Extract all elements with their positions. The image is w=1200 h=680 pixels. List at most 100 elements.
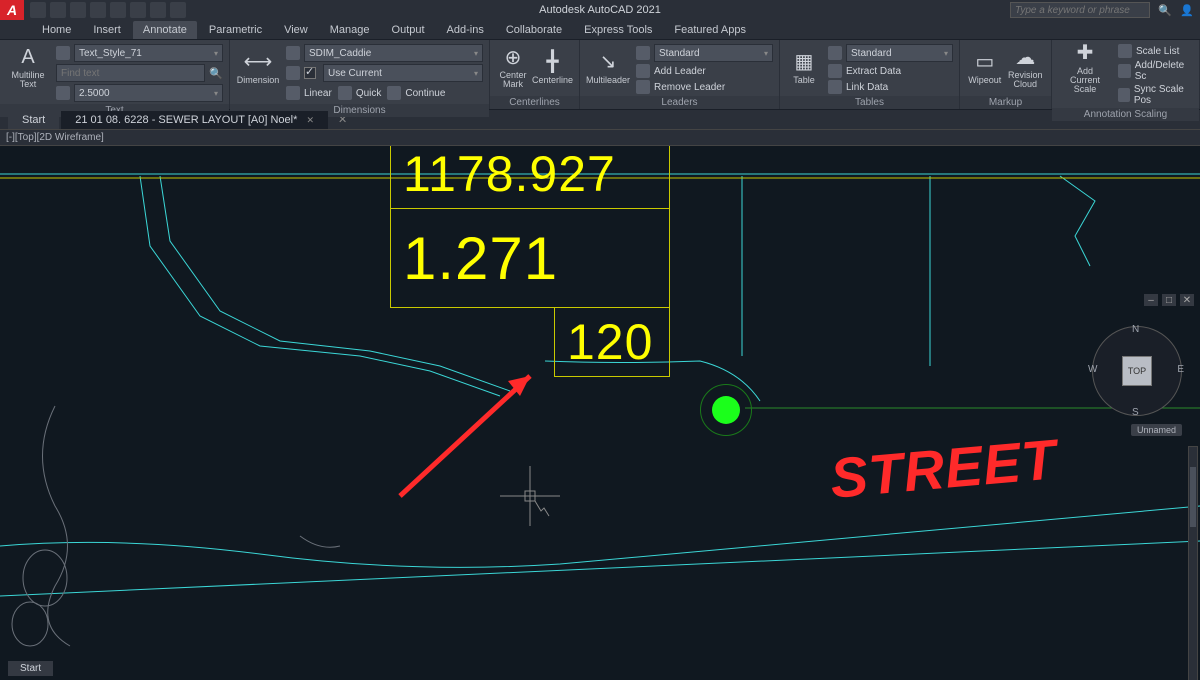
multileader-icon: ↘ <box>596 50 620 74</box>
vp-close-icon[interactable]: ✕ <box>1180 294 1194 306</box>
viewcube[interactable]: TOP N E S W <box>1092 326 1182 416</box>
panel-tables: ▦ Table Standard Extract Data Link Data … <box>780 40 960 109</box>
adddelete-scale-button[interactable]: Add/Delete Sc <box>1118 60 1193 82</box>
scroll-thumb[interactable] <box>1190 467 1196 527</box>
add-leader-button[interactable]: Add Leader <box>636 64 773 78</box>
panel-markup: ▭ Wipeout ☁ Revision Cloud Markup <box>960 40 1052 109</box>
wipeout-button[interactable]: ▭ Wipeout <box>966 44 1004 90</box>
use-current-dropdown[interactable]: Use Current <box>323 64 483 82</box>
viewcube-e: E <box>1177 364 1184 375</box>
tab-output[interactable]: Output <box>382 21 435 39</box>
centerline-button[interactable]: ╋ Centerline <box>532 44 573 90</box>
qat-new-icon[interactable] <box>30 2 46 18</box>
viewcube-n: N <box>1132 324 1139 335</box>
revcloud-icon: ☁ <box>1013 45 1037 69</box>
panel-dimensions: ⟷ Dimension SDIM_Caddie Use Current Line… <box>230 40 490 109</box>
text-style-dropdown[interactable]: Text_Style_71 <box>74 44 223 62</box>
panel-title-leaders[interactable]: Leaders <box>580 96 779 109</box>
extract-data-button[interactable]: Extract Data <box>828 64 953 78</box>
add-scale-button[interactable]: ✚ Add Current Scale <box>1058 44 1112 90</box>
adddel-icon <box>1118 64 1131 78</box>
scale-list-button[interactable]: Scale List <box>1118 44 1193 58</box>
find-icon[interactable]: 🔍 <box>209 66 223 80</box>
tab-insert[interactable]: Insert <box>83 21 131 39</box>
continue-icon <box>387 86 401 100</box>
tab-expresstools[interactable]: Express Tools <box>574 21 662 39</box>
multiline-text-button[interactable]: A Multiline Text <box>6 44 50 90</box>
qat-open-icon[interactable] <box>50 2 66 18</box>
dimension-icon: ⟷ <box>246 50 270 74</box>
dimension-value-3: 120 <box>554 307 670 377</box>
layout-tab-start[interactable]: Start <box>8 661 53 676</box>
view-unnamed-tag[interactable]: Unnamed <box>1131 424 1182 436</box>
leader-style-dropdown[interactable]: Standard <box>654 44 773 62</box>
centermark-icon: ⊕ <box>501 45 525 69</box>
qat-saveas-icon[interactable] <box>90 2 106 18</box>
tab-home[interactable]: Home <box>32 21 81 39</box>
tab-featuredapps[interactable]: Featured Apps <box>664 21 756 39</box>
table-style-dropdown[interactable]: Standard <box>846 44 953 62</box>
use-current-checkbox[interactable] <box>304 67 316 79</box>
dimlayer-icon <box>286 66 300 80</box>
doctab-start[interactable]: Start <box>8 111 59 129</box>
panel-title-annoscale: Annotation Scaling <box>1052 108 1199 121</box>
ribbon: A Multiline Text Text_Style_71 🔍 2.5000 … <box>0 40 1200 110</box>
doctab-file-label: 21 01 08. 6228 - SEWER LAYOUT [A0] Noel* <box>75 114 297 126</box>
viewcube-w: W <box>1088 364 1097 375</box>
centerline-icon: ╋ <box>540 50 564 74</box>
viewcube-face[interactable]: TOP <box>1122 356 1152 386</box>
revcloud-button[interactable]: ☁ Revision Cloud <box>1006 44 1045 90</box>
dim-style-dropdown[interactable]: SDIM_Caddie <box>304 44 483 62</box>
link-data-button[interactable]: Link Data <box>828 80 953 94</box>
qat-undo-icon[interactable] <box>130 2 146 18</box>
qat-more-icon[interactable] <box>170 2 186 18</box>
multileader-button[interactable]: ↘ Multileader <box>586 44 630 90</box>
panel-title-markup: Markup <box>960 96 1051 109</box>
text-height-dropdown[interactable]: 2.5000 <box>74 84 223 102</box>
vp-max-icon[interactable]: □ <box>1162 294 1176 306</box>
wipeout-icon: ▭ <box>973 50 997 74</box>
viewcube-s: S <box>1132 407 1139 418</box>
sync-scale-button[interactable]: Sync Scale Pos <box>1118 84 1193 106</box>
find-text-input[interactable] <box>56 64 205 82</box>
panel-title-tables[interactable]: Tables <box>780 96 959 109</box>
signin-icon[interactable]: 👤 <box>1180 3 1194 17</box>
sync-icon <box>1118 88 1130 102</box>
quick-icon <box>338 86 352 100</box>
panel-leaders: ↘ Multileader Standard Add Leader Remove… <box>580 40 780 109</box>
point-marker[interactable] <box>712 396 740 424</box>
centermark-button[interactable]: ⊕ Center Mark <box>496 44 530 90</box>
vp-min-icon[interactable]: – <box>1144 294 1158 306</box>
search-icon[interactable]: 🔍 <box>1158 3 1172 17</box>
viewport-label[interactable]: [-][Top][2D Wireframe] <box>0 130 1200 146</box>
close-icon[interactable]: ✕ <box>306 115 314 125</box>
doctab-file[interactable]: 21 01 08. 6228 - SEWER LAYOUT [A0] Noel*… <box>61 111 328 129</box>
app-logo[interactable]: A <box>0 0 24 20</box>
document-tabs: Start 21 01 08. 6228 - SEWER LAYOUT [A0]… <box>0 110 1200 130</box>
textheight-icon <box>56 86 70 100</box>
dimstyle-icon <box>286 46 300 60</box>
tab-addins[interactable]: Add-ins <box>437 21 494 39</box>
help-search-input[interactable] <box>1010 2 1150 18</box>
remove-leader-button[interactable]: Remove Leader <box>636 80 773 94</box>
quick-button[interactable]: Quick <box>338 86 382 100</box>
table-button[interactable]: ▦ Table <box>786 44 822 90</box>
addleader-icon <box>636 64 650 78</box>
scalelist-icon <box>1118 44 1132 58</box>
app-title: Autodesk AutoCAD 2021 <box>539 4 661 16</box>
tab-view[interactable]: View <box>274 21 318 39</box>
tab-annotate[interactable]: Annotate <box>133 21 197 39</box>
tab-manage[interactable]: Manage <box>320 21 380 39</box>
tab-parametric[interactable]: Parametric <box>199 21 272 39</box>
qat-save-icon[interactable] <box>70 2 86 18</box>
qat-redo-icon[interactable] <box>150 2 166 18</box>
vertical-scrollbar[interactable] <box>1188 446 1198 680</box>
dimension-button[interactable]: ⟷ Dimension <box>236 44 280 90</box>
tab-collaborate[interactable]: Collaborate <box>496 21 572 39</box>
drawing-canvas[interactable]: 1178.927 1.271 120 STREET – □ ✕ TOP N E … <box>0 146 1200 680</box>
continue-button[interactable]: Continue <box>387 86 445 100</box>
qat-plot-icon[interactable] <box>110 2 126 18</box>
dimension-value-1: 1178.927 <box>390 146 670 209</box>
linear-button[interactable]: Linear <box>286 86 332 100</box>
addscale-icon: ✚ <box>1073 41 1097 65</box>
